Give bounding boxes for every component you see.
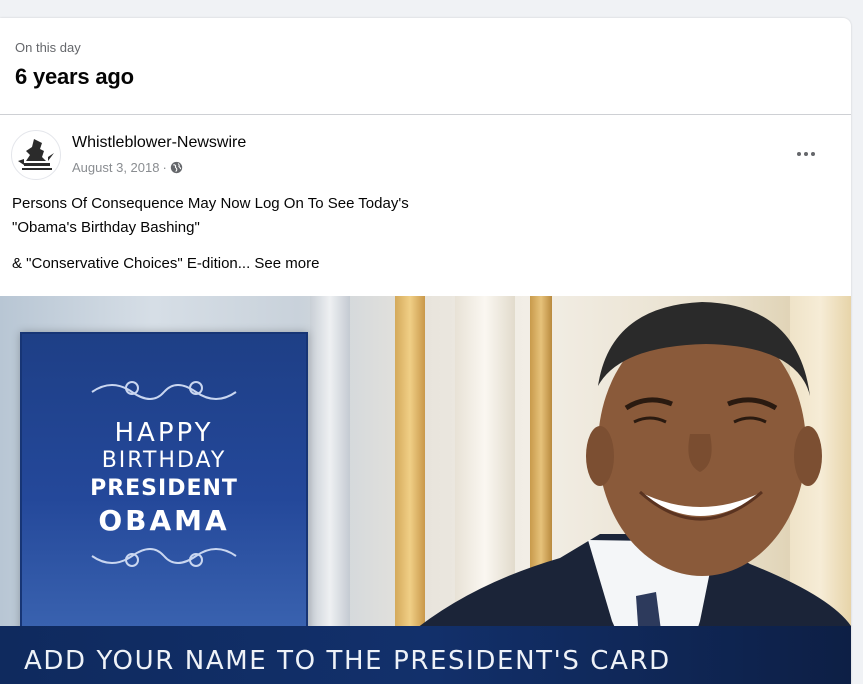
cta-banner-text: ADD YOUR NAME TO THE PRESIDENT'S CARD — [24, 646, 671, 676]
more-options-button[interactable] — [788, 142, 824, 166]
avatar-logo-icon — [14, 133, 58, 177]
globe-icon — [170, 161, 183, 174]
post-text-truncated: & "Conservative Choices" E-dition... See… — [12, 254, 319, 274]
memory-title: 6 years ago — [15, 64, 134, 89]
author-avatar[interactable] — [11, 130, 61, 180]
more-options-icon — [797, 152, 801, 156]
post-image[interactable]: HAPPY BIRTHDAY PRESIDENT OBAMA ADD YOUR … — [0, 296, 851, 684]
post-text-line: Persons Of Consequence May Now Log On To… — [12, 195, 409, 212]
post-date[interactable]: August 3, 2018 — [72, 160, 159, 175]
meta-separator: · — [162, 160, 167, 175]
post-text-line: "Obama's Birthday Bashing" — [12, 219, 200, 236]
post-text-line: & "Conservative Choices" E-dition... — [12, 255, 251, 272]
post-meta: August 3, 2018 · — [72, 160, 183, 175]
author-name[interactable]: Whistleblower-Newswire — [72, 134, 246, 152]
divider — [0, 114, 851, 115]
memory-header: On this day 6 years ago — [15, 40, 134, 90]
memory-post-card: On this day 6 years ago Whistleblower-Ne… — [0, 18, 851, 684]
see-more-link[interactable]: See more — [254, 255, 319, 272]
memory-caption: On this day — [15, 40, 81, 55]
